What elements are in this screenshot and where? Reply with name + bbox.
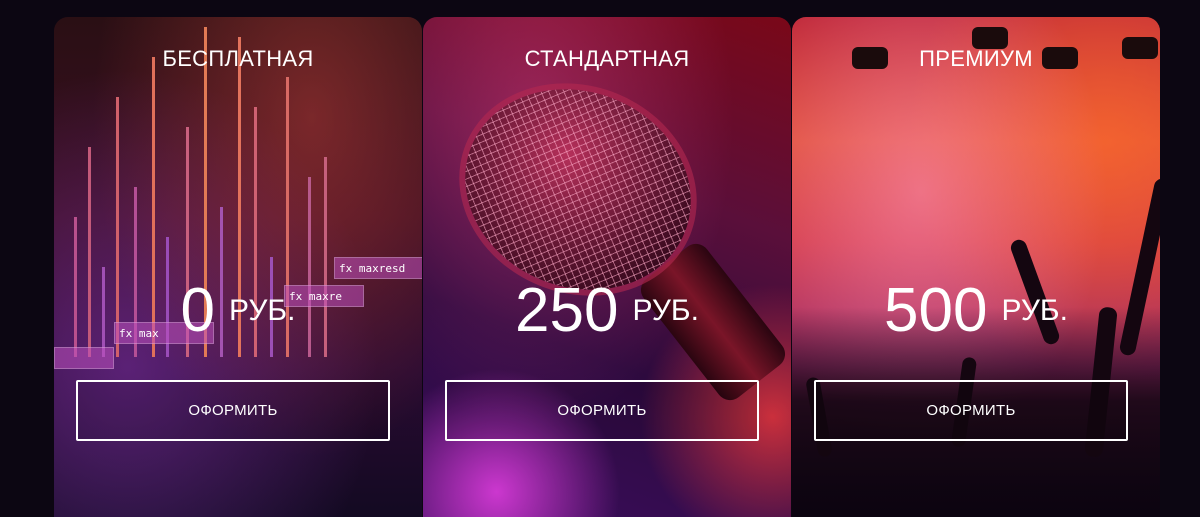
audio-editor-background-image: fx maxresd fx maxre fx max bbox=[54, 17, 422, 517]
plan-card-free: fx maxresd fx maxre fx max БЕСПЛАТНАЯ 0Р… bbox=[54, 17, 422, 517]
subscribe-button-premium[interactable]: ОФОРМИТЬ bbox=[814, 380, 1128, 441]
price-amount: 500 bbox=[884, 276, 988, 345]
subscribe-button-standard[interactable]: ОФОРМИТЬ bbox=[445, 380, 759, 441]
plan-price: 500 РУБ. bbox=[792, 275, 1160, 346]
plan-price: 0 РУБ. bbox=[54, 275, 422, 346]
plan-title: ПРЕМИУМ bbox=[919, 46, 1033, 71]
pricing-plans: fx maxresd fx maxre fx max БЕСПЛАТНАЯ 0Р… bbox=[54, 17, 1160, 517]
price-currency: РУБ. bbox=[632, 293, 699, 327]
price-amount: 250 bbox=[515, 276, 619, 345]
plan-price: 250 РУБ. bbox=[423, 275, 791, 346]
price-amount: 0 bbox=[180, 276, 216, 345]
plan-card-standard: СТАНДАРТНАЯ 250 РУБ. ОФОРМИТЬ bbox=[423, 17, 791, 517]
price-currency: РУБ. bbox=[1001, 293, 1068, 327]
concert-crowd-background-image bbox=[792, 17, 1160, 517]
plan-card-premium: ПРЕМИУМ 500 РУБ. ОФОРМИТЬ bbox=[792, 17, 1160, 517]
plan-title: СТАНДАРТНАЯ bbox=[524, 46, 690, 71]
plan-title: БЕСПЛАТНАЯ bbox=[162, 46, 314, 71]
price-currency: РУБ. bbox=[229, 293, 296, 327]
subscribe-button-free[interactable]: ОФОРМИТЬ bbox=[76, 380, 390, 441]
microphone-background-image bbox=[423, 17, 791, 517]
